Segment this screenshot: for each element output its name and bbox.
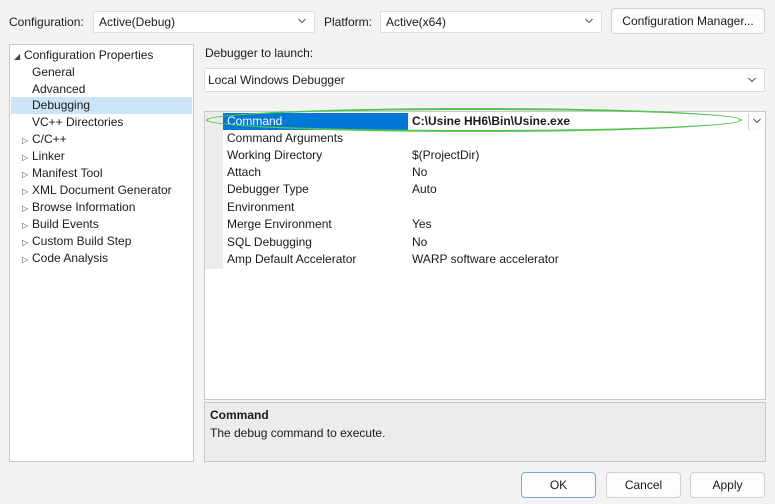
- property-name: Attach: [227, 165, 262, 179]
- tree-item-label: Manifest Tool: [32, 166, 103, 180]
- property-row-amp-default-accelerator[interactable]: Amp Default Accelerator WARP software ac…: [223, 251, 765, 268]
- triangle-expanded-icon[interactable]: ◢: [14, 48, 24, 65]
- tree-item-xml-document-generator[interactable]: ▷ XML Document Generator: [22, 182, 172, 199]
- tree-item-label: General: [32, 65, 75, 79]
- tree-root-configuration-properties[interactable]: ◢ Configuration Properties: [14, 47, 153, 64]
- property-name: Merge Environment: [227, 217, 332, 231]
- tree-root-label: Configuration Properties: [24, 48, 154, 62]
- tree-item-label: Build Events: [32, 217, 99, 231]
- property-value[interactable]: Yes: [412, 216, 432, 233]
- tree-item-advanced[interactable]: Advanced: [32, 81, 85, 98]
- debugger-dropdown[interactable]: Local Windows Debugger: [204, 68, 765, 92]
- triangle-collapsed-icon[interactable]: ▷: [22, 234, 32, 251]
- triangle-collapsed-icon[interactable]: ▷: [22, 200, 32, 217]
- grid-gutter: [205, 112, 223, 269]
- property-pages-dialog: Configuration: Active(Debug) Platform: A…: [0, 0, 775, 504]
- property-name: Working Directory: [227, 148, 323, 162]
- tree-item-code-analysis[interactable]: ▷ Code Analysis: [22, 250, 108, 267]
- configuration-label: Configuration:: [9, 15, 84, 29]
- tree-item-label: Custom Build Step: [32, 234, 132, 248]
- triangle-collapsed-icon[interactable]: ▷: [22, 183, 32, 200]
- property-value[interactable]: Auto: [412, 181, 437, 198]
- description-panel: Command The debug command to execute.: [204, 402, 766, 462]
- property-name: Amp Default Accelerator: [227, 252, 357, 266]
- description-text: The debug command to execute.: [210, 426, 386, 440]
- property-row-merge-environment[interactable]: Merge Environment Yes: [223, 216, 765, 233]
- debugger-value: Local Windows Debugger: [208, 73, 345, 87]
- property-row-environment[interactable]: Environment: [223, 199, 765, 216]
- platform-dropdown[interactable]: Active(x64): [380, 11, 602, 33]
- property-name: SQL Debugging: [227, 235, 312, 249]
- tree-item-browse-information[interactable]: ▷ Browse Information: [22, 199, 135, 216]
- tree-item-debugging[interactable]: Debugging: [11, 97, 192, 114]
- property-name: Debugger Type: [227, 182, 309, 196]
- property-row-sql-debugging[interactable]: SQL Debugging No: [223, 234, 765, 251]
- platform-value: Active(x64): [386, 15, 447, 29]
- property-row-attach[interactable]: Attach No: [223, 164, 765, 181]
- debugger-to-launch-label: Debugger to launch:: [205, 46, 314, 60]
- configuration-manager-button[interactable]: Configuration Manager...: [611, 8, 765, 34]
- triangle-collapsed-icon[interactable]: ▷: [22, 149, 32, 166]
- triangle-collapsed-icon[interactable]: ▷: [22, 217, 32, 234]
- property-value[interactable]: No: [412, 164, 427, 181]
- tree-item-label: XML Document Generator: [32, 183, 172, 197]
- triangle-collapsed-icon[interactable]: ▷: [22, 132, 32, 149]
- triangle-collapsed-icon[interactable]: ▷: [22, 166, 32, 183]
- tree-item-c-cpp[interactable]: ▷ C/C++: [22, 131, 67, 148]
- tree-item-label: Code Analysis: [32, 251, 109, 265]
- chevron-down-icon: [298, 18, 306, 26]
- chevron-down-icon: [748, 77, 756, 85]
- chevron-down-icon: [753, 118, 761, 124]
- property-row-command-arguments[interactable]: Command Arguments: [223, 130, 765, 147]
- property-row-debugger-type[interactable]: Debugger Type Auto: [223, 181, 765, 198]
- highlight-ellipse: [206, 108, 742, 132]
- chevron-down-icon: [585, 18, 593, 26]
- cancel-button[interactable]: Cancel: [606, 472, 681, 498]
- tree-item-label: Browse Information: [32, 200, 136, 214]
- tree-item-linker[interactable]: ▷ Linker: [22, 148, 65, 165]
- tree-item-label: VC++ Directories: [32, 115, 124, 129]
- property-grid: Command C:\Usine HH6\Bin\Usine.exe Comma…: [204, 111, 766, 400]
- property-value[interactable]: WARP software accelerator: [412, 251, 559, 268]
- tree-item-manifest-tool[interactable]: ▷ Manifest Tool: [22, 165, 102, 182]
- configuration-dropdown[interactable]: Active(Debug): [93, 11, 315, 33]
- configuration-value: Active(Debug): [99, 15, 176, 29]
- tree-item-general[interactable]: General: [32, 64, 75, 81]
- property-tree: ◢ Configuration Properties General Advanc…: [9, 44, 194, 462]
- tree-item-label: Linker: [32, 149, 65, 163]
- tree-item-label: Advanced: [32, 82, 86, 96]
- tree-item-custom-build-step[interactable]: ▷ Custom Build Step: [22, 233, 131, 250]
- property-value[interactable]: $(ProjectDir): [412, 147, 479, 164]
- tree-item-label: Debugging: [32, 98, 91, 112]
- property-row-working-directory[interactable]: Working Directory $(ProjectDir): [223, 147, 765, 164]
- description-title: Command: [210, 408, 269, 422]
- tree-item-label: C/C++: [32, 132, 67, 146]
- tree-item-vc-directories[interactable]: VC++ Directories: [32, 114, 123, 131]
- property-name: Environment: [227, 200, 295, 214]
- property-name: Command Arguments: [227, 131, 344, 145]
- tree-item-build-events[interactable]: ▷ Build Events: [22, 216, 99, 233]
- property-value[interactable]: No: [412, 234, 427, 251]
- triangle-collapsed-icon[interactable]: ▷: [22, 251, 32, 268]
- property-dropdown-button[interactable]: [748, 113, 764, 130]
- apply-button[interactable]: Apply: [690, 472, 765, 498]
- platform-label: Platform:: [324, 15, 373, 29]
- ok-button[interactable]: OK: [521, 472, 596, 498]
